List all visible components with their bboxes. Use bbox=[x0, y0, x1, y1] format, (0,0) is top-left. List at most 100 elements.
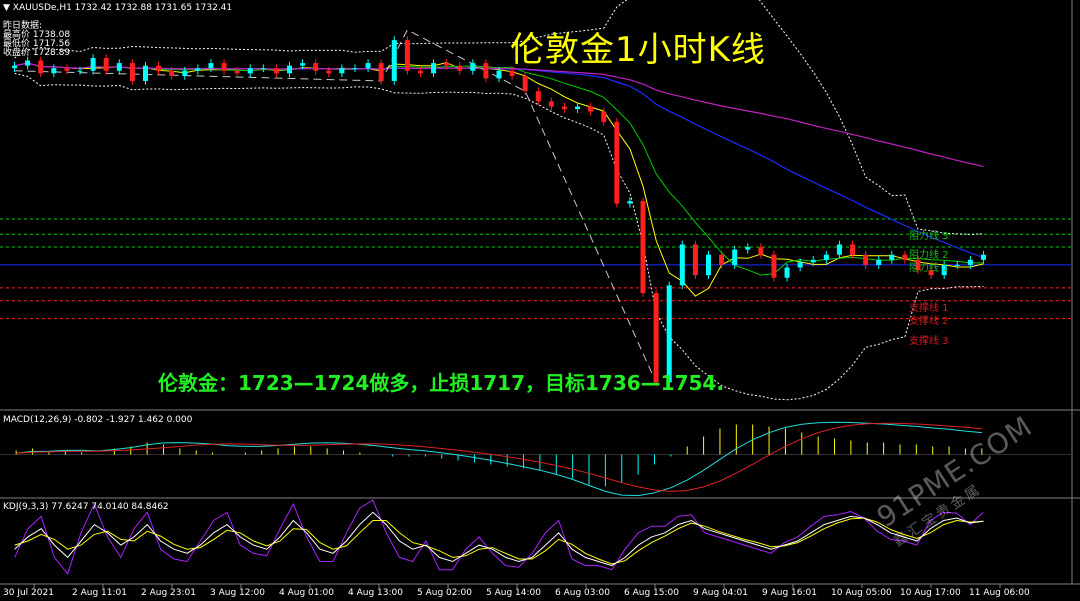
candle-body bbox=[417, 70, 423, 74]
resistance-3-label: 阻力线 3 bbox=[909, 231, 949, 242]
candle-body bbox=[156, 65, 162, 71]
candle-body bbox=[208, 63, 214, 69]
ma-fast-line bbox=[14, 62, 984, 297]
candle-body bbox=[980, 254, 986, 260]
candle-body bbox=[339, 68, 345, 74]
chart-root: 30 Jul 2021 2 Aug 11:01 2 Aug 23:01 3 Aug 1… bbox=[0, 0, 1080, 601]
candle-body bbox=[967, 259, 973, 265]
candle-body bbox=[129, 63, 135, 81]
bollinger-upper bbox=[14, 0, 984, 235]
x-tick-label: 2 Aug 23:01 bbox=[141, 588, 196, 598]
zigzag-line bbox=[14, 29, 657, 383]
candle-body bbox=[548, 101, 554, 107]
candle-body bbox=[273, 68, 279, 74]
candle-body bbox=[221, 63, 227, 71]
candle-body bbox=[378, 63, 384, 81]
x-tick-label: 3 Aug 12:00 bbox=[210, 588, 265, 598]
chart-title: 伦敦金1小时K线 bbox=[510, 30, 766, 70]
candle-body bbox=[863, 254, 869, 265]
support-1-label: 支撑线 1 bbox=[909, 303, 949, 314]
candle-body bbox=[850, 244, 856, 255]
candle-body bbox=[732, 249, 738, 265]
x-tick-label: 9 Aug 16:01 bbox=[762, 588, 817, 598]
candle-body bbox=[836, 244, 842, 255]
candle-body bbox=[391, 40, 397, 81]
candle-body bbox=[614, 121, 620, 204]
x-tick-label: 6 Aug 03:00 bbox=[555, 588, 610, 598]
symbol-header: ▼ XAUUSDe,H1 1732.42 1732.88 1731.65 173… bbox=[3, 3, 233, 13]
candle-body bbox=[195, 68, 201, 71]
candle-body bbox=[77, 70, 83, 72]
candle-body bbox=[182, 70, 188, 76]
candle-body bbox=[470, 63, 476, 71]
candle-body bbox=[784, 267, 790, 278]
candles-group bbox=[12, 36, 986, 387]
candle-body bbox=[509, 70, 515, 76]
kdj-d-line bbox=[14, 517, 984, 565]
kdj-k-line bbox=[14, 511, 984, 567]
candle-body bbox=[954, 264, 960, 266]
candle-body bbox=[365, 63, 371, 69]
macd-line bbox=[16, 421, 982, 497]
x-axis-group: 30 Jul 2021 2 Aug 11:01 2 Aug 23:01 3 Aug 1… bbox=[3, 584, 1030, 598]
kdj-label: KDJ(9,3,3) 77.6247 74.0140 84.8462 bbox=[3, 502, 169, 512]
support-3-label: 支撑线 3 bbox=[909, 336, 949, 347]
candle-body bbox=[496, 70, 502, 79]
candle-body bbox=[234, 70, 240, 74]
candle-body bbox=[142, 65, 148, 81]
candle-body bbox=[287, 65, 293, 74]
candle-body bbox=[876, 259, 882, 265]
candle-body bbox=[902, 254, 908, 260]
candle-body bbox=[247, 68, 253, 74]
candle-body bbox=[575, 106, 581, 110]
x-tick-label: 4 Aug 13:00 bbox=[348, 588, 403, 598]
candle-body bbox=[522, 75, 528, 92]
candle-body bbox=[535, 91, 541, 102]
strategy-text: 伦敦金：1723—1724做多，止损1717，目标1736—1754. bbox=[158, 371, 724, 395]
candle-body bbox=[51, 68, 57, 74]
candle-body bbox=[561, 106, 567, 110]
x-tick-label: 6 Aug 15:00 bbox=[624, 588, 679, 598]
candle-body bbox=[745, 247, 751, 250]
candle-body bbox=[116, 63, 122, 71]
candle-body bbox=[823, 254, 829, 260]
candle-body bbox=[588, 106, 594, 112]
resistance-1-label: 阻力线 1 bbox=[909, 263, 949, 274]
candle-body bbox=[313, 63, 319, 71]
candle-body bbox=[64, 68, 70, 71]
macd-signal-line bbox=[16, 422, 982, 492]
x-tick-label: 9 Aug 04:01 bbox=[693, 588, 748, 598]
candle-body bbox=[758, 247, 764, 255]
candle-body bbox=[431, 63, 437, 74]
candle-body bbox=[444, 63, 450, 66]
candle-body bbox=[25, 60, 31, 66]
support-2-label: 支撑线 2 bbox=[909, 316, 949, 327]
x-tick-label: 11 Aug 06:00 bbox=[969, 588, 1030, 598]
x-tick-label: 10 Aug 17:00 bbox=[900, 588, 961, 598]
candle-body bbox=[771, 254, 777, 278]
candle-body bbox=[260, 68, 266, 70]
candle-body bbox=[705, 254, 711, 276]
candle-body bbox=[457, 65, 463, 71]
prev-close: 收盘价 1728.89 bbox=[3, 48, 71, 58]
candle-body bbox=[300, 63, 306, 66]
candle-body bbox=[810, 259, 816, 263]
candle-body bbox=[889, 254, 895, 260]
x-tick-label: 5 Aug 02:00 bbox=[417, 588, 472, 598]
x-tick-label: 30 Jul 2021 bbox=[3, 588, 54, 598]
candle-body bbox=[352, 68, 358, 70]
candle-body bbox=[601, 111, 607, 122]
x-tick-label: 4 Aug 01:00 bbox=[279, 588, 334, 598]
candle-body bbox=[38, 60, 44, 74]
candle-body bbox=[326, 70, 332, 74]
resistance-2-label: 阻力线 2 bbox=[909, 250, 949, 261]
candle-body bbox=[797, 262, 803, 268]
macd-label: MACD(12,26,9) -0.802 -1.927 1.462 0.000 bbox=[3, 415, 193, 425]
x-tick-label: 5 Aug 14:00 bbox=[486, 588, 541, 598]
x-tick-label: 10 Aug 05:00 bbox=[831, 588, 892, 598]
candle-body bbox=[103, 57, 109, 71]
candle-body bbox=[627, 201, 633, 204]
candle-body bbox=[483, 63, 489, 79]
bollinger-lower bbox=[14, 72, 984, 401]
ma-slow-line bbox=[14, 62, 984, 259]
